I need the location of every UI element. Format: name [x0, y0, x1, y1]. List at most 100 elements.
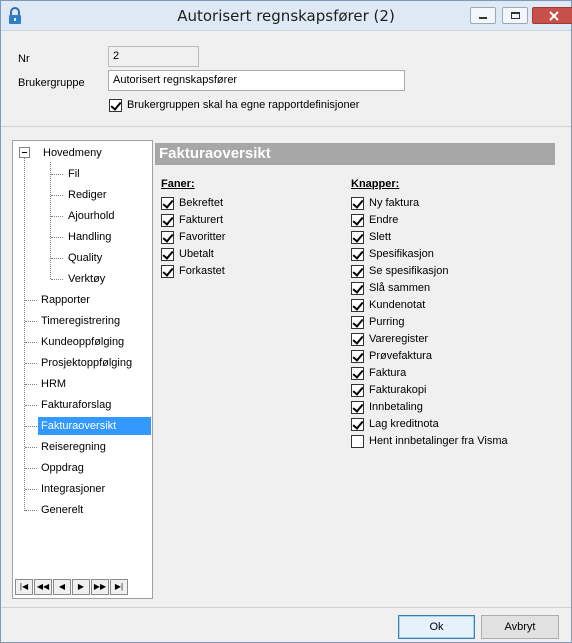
record-navigator: |◀ ◀◀ ◀ ▶ ▶▶ ▶| — [15, 579, 129, 595]
tree-item-prosjektoppfolging[interactable]: Prosjektoppfølging — [38, 354, 135, 372]
tree-item-verktoy[interactable]: Verktøy — [65, 270, 108, 288]
panel-title: Fakturaoversikt — [155, 143, 555, 165]
first-record-button[interactable]: |◀ — [15, 579, 33, 595]
button-permission-checkbox-row[interactable]: Faktura — [351, 365, 406, 381]
tree-item-handling[interactable]: Handling — [65, 228, 114, 246]
button-permission-checkbox-row[interactable]: Vareregister — [351, 331, 428, 347]
tab-checkbox[interactable] — [161, 264, 174, 278]
button-permission-checkbox-label: Innbetaling — [369, 401, 423, 413]
tree-item-reiseregning[interactable]: Reiseregning — [38, 438, 109, 456]
button-permission-checkbox[interactable] — [351, 247, 364, 261]
tree-connector — [51, 258, 63, 259]
button-permission-checkbox-label: Vareregister — [369, 333, 429, 345]
tab-checkbox-row[interactable]: Favoritter — [161, 229, 225, 245]
button-permission-checkbox[interactable] — [351, 434, 364, 448]
tree-connector — [25, 321, 37, 322]
rewind-icon: ◀◀ — [36, 582, 50, 591]
button-permission-checkbox[interactable] — [351, 400, 364, 414]
next-icon: ▶ — [77, 582, 85, 591]
button-permission-checkbox-label: Prøvefaktura — [369, 350, 432, 362]
buttons-group-title: Knapper: — [351, 178, 400, 190]
own-reports-checkbox-row[interactable]: Brukergruppen skal ha egne rapportdefini… — [109, 97, 359, 113]
tree-item-fakturaoversikt[interactable]: Fakturaoversikt — [38, 417, 151, 435]
tab-checkbox[interactable] — [161, 230, 174, 244]
next-page-button[interactable]: ▶▶ — [91, 579, 109, 595]
tree-connector — [25, 300, 37, 301]
button-permission-checkbox-row[interactable]: Innbetaling — [351, 399, 423, 415]
button-permission-checkbox-label: Lag kreditnota — [369, 418, 439, 430]
button-permission-checkbox-row[interactable]: Lag kreditnota — [351, 416, 439, 432]
next-record-button[interactable]: ▶ — [72, 579, 90, 595]
tree-item-ajourhold[interactable]: Ajourhold — [65, 207, 117, 225]
button-permission-checkbox-row[interactable]: Endre — [351, 212, 398, 228]
tree-item-quality[interactable]: Quality — [65, 249, 105, 267]
button-permission-checkbox[interactable] — [351, 281, 364, 295]
button-permission-checkbox[interactable] — [351, 298, 364, 312]
button-permission-checkbox-row[interactable]: Hent innbetalinger fra Visma — [351, 433, 508, 449]
tree-item-kundeoppfolging[interactable]: Kundeoppfølging — [38, 333, 127, 351]
button-permission-checkbox-row[interactable]: Prøvefaktura — [351, 348, 432, 364]
tab-checkbox[interactable] — [161, 247, 174, 261]
button-permission-checkbox-row[interactable]: Slå sammen — [351, 280, 430, 296]
tree-connector — [24, 158, 25, 511]
maximize-button[interactable] — [502, 7, 528, 24]
tree-item-timeregistrering[interactable]: Timeregistrering — [38, 312, 123, 330]
tree-item-fil[interactable]: Fil — [65, 165, 83, 183]
button-permission-checkbox-label: Kundenotat — [369, 299, 426, 311]
tab-checkbox-row[interactable]: Forkastet — [161, 263, 225, 279]
button-permission-checkbox[interactable] — [351, 332, 364, 346]
tree-item-generelt[interactable]: Generelt — [38, 501, 86, 519]
previous-page-button[interactable]: ◀◀ — [34, 579, 52, 595]
tree-item-integrasjoner[interactable]: Integrasjoner — [38, 480, 108, 498]
previous-record-button[interactable]: ◀ — [53, 579, 71, 595]
menu-tree: Hovedmeny Fil Rediger Ajourhold Handling… — [12, 140, 153, 599]
nr-field[interactable]: 2 — [108, 46, 199, 67]
button-permission-checkbox[interactable] — [351, 315, 364, 329]
tree-item-hrm[interactable]: HRM — [38, 375, 69, 393]
tree-connector — [51, 216, 63, 217]
tab-checkbox-row[interactable]: Bekreftet — [161, 195, 223, 211]
button-permission-checkbox-row[interactable]: Spesifikasjon — [351, 246, 434, 262]
tabs-group-title: Faner: — [161, 178, 195, 190]
tree-item-oppdrag[interactable]: Oppdrag — [38, 459, 87, 477]
collapse-icon[interactable] — [19, 147, 30, 158]
minimize-button[interactable] — [470, 7, 496, 24]
tab-checkbox-row[interactable]: Fakturert — [161, 212, 223, 228]
ok-button[interactable]: Ok — [398, 615, 475, 639]
button-permission-checkbox-row[interactable]: Kundenotat — [351, 297, 425, 313]
button-permission-checkbox-label: Faktura — [369, 367, 407, 379]
button-permission-checkbox-row[interactable]: Slett — [351, 229, 391, 245]
tree-item-rediger[interactable]: Rediger — [65, 186, 110, 204]
tree-item-rapporter[interactable]: Rapporter — [38, 291, 93, 309]
button-permission-checkbox[interactable] — [351, 417, 364, 431]
footer-divider — [1, 607, 571, 608]
tab-checkbox-label: Favoritter — [179, 231, 226, 243]
button-permission-checkbox-row[interactable]: Se spesifikasjon — [351, 263, 449, 279]
cancel-button[interactable]: Avbryt — [481, 615, 559, 639]
own-reports-label: Brukergruppen skal ha egne rapportdefini… — [127, 99, 360, 111]
section-divider — [1, 126, 571, 127]
button-permission-checkbox[interactable] — [351, 213, 364, 227]
button-permission-checkbox[interactable] — [351, 366, 364, 380]
button-permission-checkbox[interactable] — [351, 230, 364, 244]
button-permission-checkbox[interactable] — [351, 349, 364, 363]
own-reports-checkbox[interactable] — [109, 98, 122, 112]
button-permission-checkbox-row[interactable]: Ny faktura — [351, 195, 419, 211]
button-permission-checkbox-label: Ny faktura — [369, 197, 420, 209]
button-permission-checkbox-row[interactable]: Fakturakopi — [351, 382, 426, 398]
tab-checkbox[interactable] — [161, 213, 174, 227]
close-button[interactable] — [532, 7, 572, 24]
brukergruppe-field[interactable]: Autorisert regnskapsfører — [108, 70, 405, 91]
tree-connector — [51, 195, 63, 196]
button-permission-checkbox[interactable] — [351, 196, 364, 210]
last-record-button[interactable]: ▶| — [110, 579, 128, 595]
tree-item-fakturaforslag[interactable]: Fakturaforslag — [38, 396, 114, 414]
tree-connector — [51, 279, 63, 280]
button-permission-checkbox[interactable] — [351, 264, 364, 278]
tab-checkbox-row[interactable]: Ubetalt — [161, 246, 214, 262]
tree-root-hovedmeny[interactable]: Hovedmeny — [40, 144, 105, 162]
minimize-icon — [479, 17, 487, 19]
tab-checkbox[interactable] — [161, 196, 174, 210]
button-permission-checkbox[interactable] — [351, 383, 364, 397]
button-permission-checkbox-row[interactable]: Purring — [351, 314, 404, 330]
